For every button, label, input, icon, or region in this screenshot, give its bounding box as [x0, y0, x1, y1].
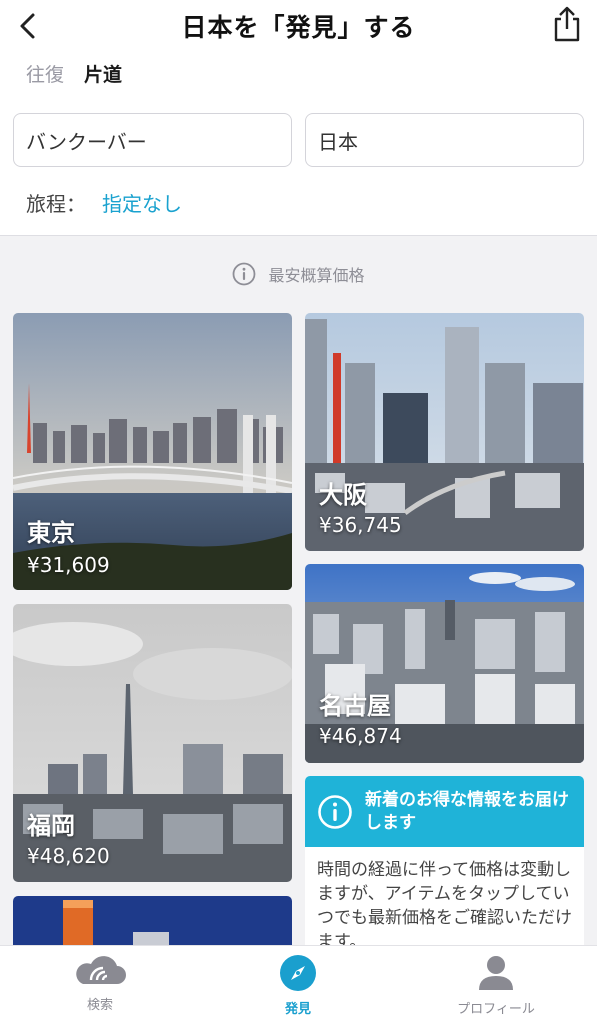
itinerary-row: 旅程： 指定なし — [26, 188, 182, 217]
cloud-search-icon — [76, 956, 126, 984]
page-title: 日本を「発見」する — [181, 13, 416, 42]
share-button[interactable] — [547, 2, 587, 46]
price-note-text: 最安概算価格 — [268, 266, 365, 285]
tab-profile[interactable]: プロフィール — [421, 954, 571, 1024]
city-price: ¥31,609 — [27, 553, 110, 577]
profile-icon — [479, 956, 513, 990]
destination-card-fukuoka[interactable]: 福岡 ¥48,620 — [13, 604, 292, 882]
city-name: 大阪 — [319, 481, 367, 509]
city-name: 福岡 — [27, 812, 75, 840]
compass-icon — [280, 955, 316, 991]
city-name: 東京 — [27, 519, 75, 547]
origin-field[interactable]: バンクーバー — [13, 113, 292, 167]
deals-info-body: 時間の経過に伴って価格は変動しますが、アイテムをタップしていつでも最新価格をご確… — [317, 860, 572, 952]
itinerary-label: 旅程： — [26, 192, 86, 216]
trip-type-round[interactable]: 往復 — [26, 60, 64, 87]
info-icon[interactable] — [232, 262, 256, 286]
tab-search-label: 検索 — [86, 998, 113, 1013]
tokyo-photo — [13, 313, 292, 590]
city-price: ¥36,745 — [319, 513, 402, 537]
city-price: ¥48,620 — [27, 844, 110, 868]
destination-card-nagoya[interactable]: 名古屋 ¥46,874 — [305, 564, 584, 763]
itinerary-value[interactable]: 指定なし — [102, 188, 182, 217]
destination-value: 日本 — [318, 129, 358, 154]
trip-type-oneway[interactable]: 片道 — [84, 60, 122, 87]
destination-card-tokyo[interactable]: 東京 ¥31,609 — [13, 313, 292, 590]
trip-type-selector: 往復 片道 — [26, 60, 122, 87]
destination-field[interactable]: 日本 — [305, 113, 584, 167]
deals-info-header: 新着のお得な情報をお届けします — [305, 776, 584, 847]
deals-info-title: 新着のお得な情報をお届けします — [365, 789, 569, 833]
tab-search[interactable]: 検索 — [25, 954, 175, 1024]
tab-profile-label: プロフィール — [457, 1002, 535, 1017]
header: 日本を「発見」する 往復 片道 バンクーバー 日本 旅程： 指定なし — [0, 0, 597, 236]
price-note: 最安概算価格 — [0, 262, 597, 286]
destination-card-osaka[interactable]: 大阪 ¥36,745 — [305, 313, 584, 551]
share-icon — [554, 6, 580, 42]
city-name: 名古屋 — [319, 692, 391, 720]
origin-value: バンクーバー — [26, 129, 147, 154]
tab-discover-label: 発見 — [284, 1002, 311, 1017]
info-circle-icon — [318, 794, 352, 829]
deals-info-card[interactable]: 新着のお得な情報をお届けします 時間の経過に伴って価格は変動しますが、アイテムを… — [305, 776, 584, 956]
tab-discover[interactable]: 発見 — [223, 954, 373, 1024]
city-price: ¥46,874 — [319, 724, 402, 748]
tab-bar: 検索 発見 プロフィール — [0, 945, 597, 1024]
